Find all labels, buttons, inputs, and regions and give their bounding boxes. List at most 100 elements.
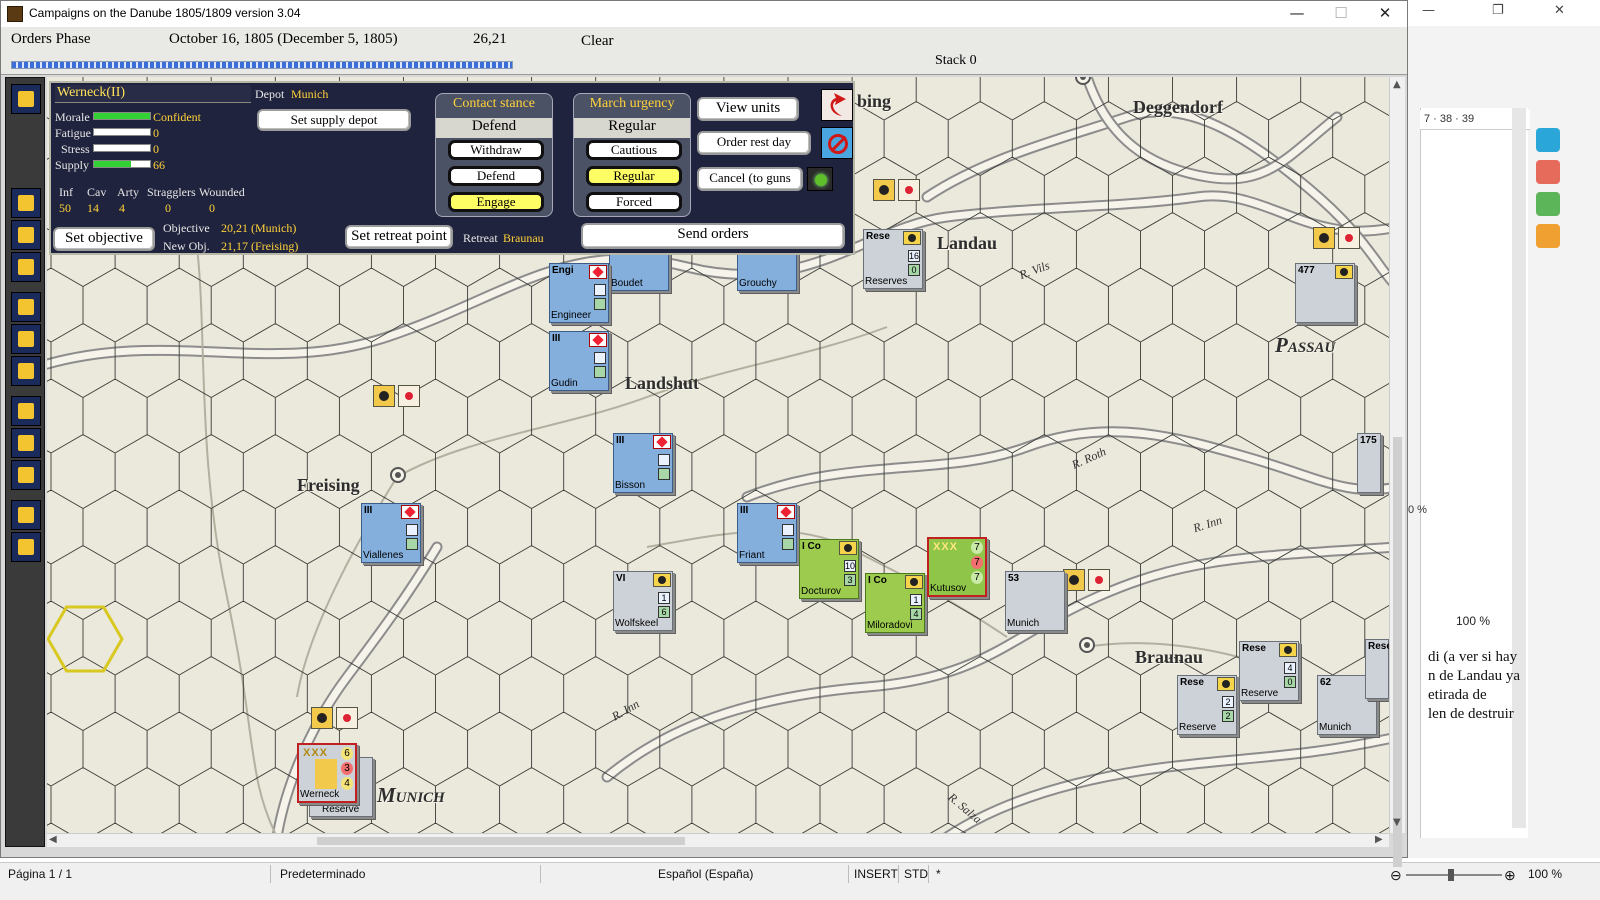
- properties-icon[interactable]: [1536, 128, 1560, 152]
- scroll-down-icon[interactable]: ▼: [1393, 817, 1401, 828]
- unit-strength: 3: [844, 574, 856, 586]
- engage-button[interactable]: Engage: [448, 192, 544, 212]
- scroll-right-icon[interactable]: ▶: [1375, 834, 1383, 845]
- infantry-figure-icon: [816, 554, 838, 584]
- stack-icon[interactable]: [11, 220, 41, 250]
- reinforcement-marker[interactable]: [1063, 569, 1113, 591]
- styles-icon[interactable]: [1536, 160, 1560, 184]
- navigator-icon[interactable]: [1536, 224, 1560, 248]
- language[interactable]: Español (España): [658, 867, 753, 881]
- cautious-button[interactable]: Cautious: [586, 140, 682, 160]
- command-panel: Werneck(II) Depot Munich Set supply depo…: [49, 81, 855, 255]
- unit-size: III: [740, 505, 749, 516]
- unit-size: VI: [616, 573, 626, 584]
- minimize-icon[interactable]: —: [1422, 3, 1435, 18]
- unit-counter[interactable]: III Viallenes: [361, 503, 421, 563]
- money-icon[interactable]: [11, 460, 41, 490]
- zoom-out-icon[interactable]: ⊖: [1390, 867, 1402, 884]
- zoom-in-icon[interactable]: ⊕: [1504, 867, 1516, 884]
- scroll-left-icon[interactable]: ◀: [49, 834, 57, 845]
- supply-icon[interactable]: [11, 396, 41, 426]
- unit-counter[interactable]: Rese: [1365, 639, 1389, 699]
- organization-icon[interactable]: [11, 292, 41, 322]
- unit-counter[interactable]: Rese 2 2 Reserve: [1177, 675, 1237, 735]
- dispatch-icon[interactable]: [11, 188, 41, 218]
- set-supply-depot-button[interactable]: Set supply depot: [257, 109, 411, 131]
- unit-counter[interactable]: Rese 16 0 Reserves: [863, 229, 923, 289]
- reinforcement-marker[interactable]: [311, 707, 361, 729]
- depot-icon[interactable]: [11, 428, 41, 458]
- zoom-slider[interactable]: [1406, 874, 1502, 876]
- hourglass-end-turn-icon[interactable]: [11, 84, 41, 114]
- vertical-scroll-thumb[interactable]: [1393, 437, 1402, 867]
- town-marker-dot: [1084, 642, 1090, 648]
- unit-size: 62: [1320, 677, 1332, 688]
- french-flag-icon: [653, 435, 671, 449]
- selection-mode[interactable]: STD: [904, 867, 928, 881]
- restore-icon[interactable]: ❐: [1492, 3, 1504, 18]
- hex-icon[interactable]: [11, 324, 41, 354]
- gallery-icon[interactable]: [1536, 192, 1560, 216]
- unit-counter[interactable]: 175: [1357, 433, 1381, 493]
- flag-icon[interactable]: [11, 500, 41, 530]
- unit-counter[interactable]: I Co 1 4 Miloradovi: [865, 573, 925, 633]
- town-landau: Landau: [937, 233, 998, 253]
- page-count: Página 1 / 1: [8, 867, 73, 881]
- set-retreat-point-button[interactable]: Set retreat point: [345, 225, 453, 249]
- window-title: Campaigns on the Danube 1805/1809 versio…: [29, 6, 301, 20]
- map-horizontal-scrollbar[interactable]: ◀ ▶: [47, 833, 1389, 847]
- green-light-icon[interactable]: [807, 167, 833, 191]
- minimize-button[interactable]: —: [1277, 3, 1317, 25]
- withdraw-button[interactable]: Withdraw: [448, 140, 544, 160]
- unit-counter[interactable]: I Co 10 3 Docturov: [799, 539, 859, 599]
- page-style[interactable]: Predeterminado: [280, 867, 365, 881]
- strength-value: 14: [87, 201, 99, 215]
- map-vertical-scrollbar[interactable]: ▲ ▼: [1389, 77, 1405, 867]
- close-icon[interactable]: ✕: [1554, 3, 1565, 18]
- send-orders-button[interactable]: Send orders: [581, 223, 845, 249]
- unit-counter[interactable]: III Bisson: [613, 433, 673, 493]
- zoom-percent[interactable]: 100 %: [1528, 867, 1562, 881]
- close-button[interactable]: ✕: [1365, 3, 1405, 25]
- text-line: n de Landau ya: [1428, 668, 1521, 684]
- return-arrow-icon[interactable]: [821, 89, 853, 121]
- zoom-slider-thumb[interactable]: [1448, 869, 1454, 881]
- strength-header: Arty: [117, 185, 139, 199]
- unit-name: Boudet: [611, 278, 643, 289]
- depot-icon: [1302, 278, 1336, 308]
- unit-counter[interactable]: Rese 4 0 Reserve: [1239, 641, 1299, 701]
- defend-button[interactable]: Defend: [448, 166, 544, 186]
- leader-counter-werneck[interactable]: XXX 6 3 4 Werneck: [297, 743, 357, 803]
- unit-counter[interactable]: Engi Engineer: [549, 263, 609, 323]
- scroll-up-icon[interactable]: ▲: [1393, 79, 1401, 90]
- help-icon[interactable]: [11, 356, 41, 386]
- reinforcement-marker[interactable]: [873, 179, 923, 201]
- austrian-eagle-icon: [653, 573, 671, 587]
- stat-label: Stress: [61, 142, 90, 156]
- unit-counter[interactable]: III Friant: [737, 503, 797, 563]
- town-freising: Freising: [297, 475, 360, 495]
- horizontal-scroll-thumb[interactable]: [317, 837, 685, 845]
- unit-counter[interactable]: 477: [1295, 263, 1355, 323]
- cancel-to-guns-button[interactable]: Cancel (to guns: [697, 167, 803, 191]
- unit-name: Bisson: [615, 480, 646, 491]
- unit-counter[interactable]: III Gudin: [549, 331, 609, 391]
- document-text[interactable]: di (a ver si hay n de Landau ya etirada …: [1428, 648, 1528, 724]
- unit-counter[interactable]: VI 1 6 Wolfskeel: [613, 571, 673, 631]
- reinforcement-marker[interactable]: [1313, 227, 1363, 249]
- maximize-button[interactable]: ☐: [1321, 3, 1361, 25]
- order-rest-day-button[interactable]: Order rest day: [697, 131, 811, 155]
- insert-mode[interactable]: INSERT: [854, 867, 898, 881]
- cancel-prohibited-icon[interactable]: [821, 127, 853, 159]
- leader-counter-kutusov[interactable]: XXX 7 7 7 Kutusov: [927, 537, 987, 597]
- unit-size: 175: [1360, 435, 1377, 446]
- set-objective-button[interactable]: Set objective: [53, 227, 155, 251]
- forced-button[interactable]: Forced: [586, 192, 682, 212]
- regular-button[interactable]: Regular: [586, 166, 682, 186]
- unit-strength: 10: [844, 560, 856, 572]
- combat-icon[interactable]: [11, 252, 41, 282]
- map-icon[interactable]: [11, 532, 41, 562]
- reinforcement-marker[interactable]: [373, 385, 423, 407]
- unit-counter[interactable]: 53 Munich: [1005, 571, 1065, 631]
- view-units-button[interactable]: View units: [697, 97, 799, 121]
